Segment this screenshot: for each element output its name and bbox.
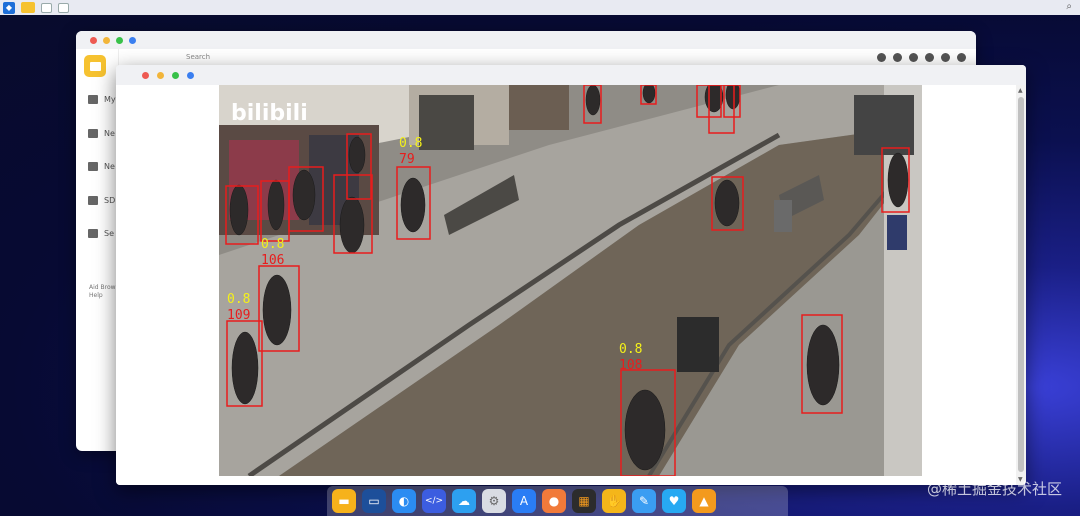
- sidebar-item-new-folder[interactable]: Ne: [88, 129, 115, 138]
- window-menu-button[interactable]: [187, 71, 194, 79]
- window-icon[interactable]: [58, 2, 69, 13]
- close-button[interactable]: [142, 71, 149, 79]
- sd-card-icon: [88, 196, 98, 205]
- devtools-icon[interactable]: ✎: [632, 489, 656, 513]
- window-content: bilibili 0.8 79 0.8 106 0.8 109 0.8 108: [116, 85, 1026, 485]
- sidebar-item-sd[interactable]: SD: [88, 196, 115, 205]
- top-menubar: ◆ ⌕: [0, 0, 1080, 15]
- calculator-icon[interactable]: ▦: [572, 489, 596, 513]
- sidebar-item-new-file[interactable]: Ne: [88, 162, 115, 171]
- folder-add-icon: [88, 129, 98, 138]
- help-text[interactable]: Aid Brow Help: [89, 284, 116, 300]
- video-window: bilibili 0.8 79 0.8 106 0.8 109 0.8 108 …: [116, 65, 1026, 485]
- sidebar-item-my[interactable]: My: [88, 95, 116, 104]
- street-scene: bilibili 0.8 79 0.8 106 0.8 109 0.8 108: [219, 85, 922, 476]
- maximize-button[interactable]: [172, 71, 179, 79]
- list-view-icon[interactable]: [893, 53, 902, 62]
- gear-icon: [88, 229, 98, 238]
- sidebar-item-settings[interactable]: Se: [88, 229, 114, 238]
- window-menu-button[interactable]: [129, 36, 136, 44]
- vertical-scrollbar[interactable]: ▲ ▼: [1016, 85, 1026, 485]
- more-icon[interactable]: [957, 53, 966, 62]
- help-line: Help: [89, 292, 103, 299]
- title-bar: [116, 65, 1026, 85]
- minimize-button[interactable]: [103, 36, 110, 44]
- dock: ▬ ▭ ◐ </> ☁ ⚙ A ● ▦ ✋ ✎ ♥ ▲: [327, 486, 788, 516]
- toolbar: [877, 53, 966, 62]
- app-icon[interactable]: ◆: [3, 1, 15, 14]
- close-button[interactable]: [90, 36, 97, 44]
- search-icon[interactable]: ⌕: [1066, 1, 1072, 12]
- search-input[interactable]: Search: [186, 53, 210, 61]
- window-icon[interactable]: [41, 2, 52, 13]
- info-icon[interactable]: [941, 53, 950, 62]
- sidebar-item-label: Ne: [104, 162, 115, 171]
- detection-video-frame: bilibili 0.8 79 0.8 106 0.8 109 0.8 108: [219, 85, 922, 476]
- sidebar-item-label: Se: [104, 229, 114, 238]
- detection-score: 0.8: [227, 292, 250, 307]
- browser-icon[interactable]: ◐: [392, 489, 416, 513]
- bilibili-logo: bilibili: [231, 101, 308, 126]
- file-add-icon: [88, 162, 98, 171]
- settings-icon[interactable]: ⚙: [482, 489, 506, 513]
- sidebar-item-label: SD: [104, 196, 116, 205]
- network-icon[interactable]: ▲: [692, 489, 716, 513]
- tips-icon[interactable]: ●: [542, 489, 566, 513]
- detection-id: 79: [399, 152, 415, 167]
- detection-score: 0.8: [261, 237, 284, 252]
- upload-icon[interactable]: [925, 53, 934, 62]
- refresh-icon[interactable]: [877, 53, 886, 62]
- detection-id: 106: [261, 253, 284, 268]
- sidebar-item-label: Ne: [104, 129, 115, 138]
- hand-tool-icon[interactable]: ✋: [602, 489, 626, 513]
- terminal-icon[interactable]: ▭: [362, 489, 386, 513]
- sidebar: My Ne Ne SD Se Aid Brow Help: [76, 49, 119, 451]
- app-store-icon[interactable]: A: [512, 489, 536, 513]
- watermark: @稀土掘金技术社区: [926, 480, 1062, 498]
- minimize-button[interactable]: [157, 71, 164, 79]
- cloud-icon[interactable]: ☁: [452, 489, 476, 513]
- files-icon[interactable]: [21, 2, 35, 13]
- scroll-up-icon[interactable]: ▲: [1018, 87, 1023, 94]
- folder-logo-icon: [84, 55, 106, 77]
- files-icon[interactable]: ▬: [332, 489, 356, 513]
- sidebar-item-label: My: [104, 95, 116, 104]
- scrollbar-thumb[interactable]: [1018, 97, 1024, 472]
- heart-app-icon[interactable]: ♥: [662, 489, 686, 513]
- user-icon[interactable]: [909, 53, 918, 62]
- detection-score: 0.8: [619, 342, 642, 357]
- detection-id: 108: [619, 358, 642, 373]
- title-bar: [76, 31, 976, 49]
- detection-score: 0.8: [399, 136, 422, 151]
- help-line: Aid Brow: [89, 284, 116, 291]
- maximize-button[interactable]: [116, 36, 123, 44]
- folder-icon: [88, 95, 98, 104]
- code-editor-icon[interactable]: </>: [422, 489, 446, 513]
- detection-id: 109: [227, 308, 250, 323]
